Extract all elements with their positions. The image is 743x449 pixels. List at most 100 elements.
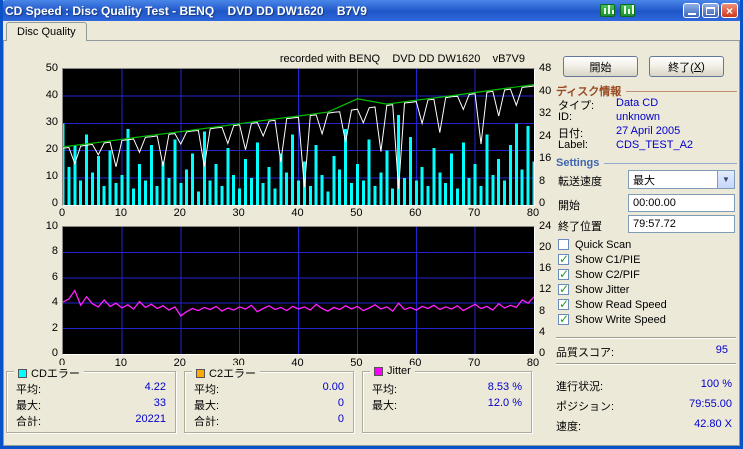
tick-label: 50: [350, 207, 363, 219]
cd-error-swatch: [18, 368, 27, 378]
tick-label: 70: [468, 357, 481, 369]
legend-cd-errors: CDエラー 平均: 4.22 最大: 33 合計: 20221: [6, 365, 176, 433]
tick-label: 10: [45, 170, 58, 182]
speed-label: 転送速度: [558, 176, 602, 188]
divider: [556, 337, 736, 339]
tick-label: 30: [45, 116, 58, 128]
minimize-button[interactable]: [683, 3, 700, 18]
window-title: CD Speed : Disc Quality Test - BENQ DVD …: [5, 3, 367, 18]
graph-export-icon[interactable]: [600, 4, 615, 17]
legend-label: Jitter: [387, 365, 411, 377]
tick-label: 8: [51, 245, 58, 258]
tick-label: 50: [350, 357, 363, 369]
max-label: 最大:: [16, 400, 42, 412]
start-button[interactable]: 開始: [563, 56, 638, 77]
checkbox-box[interactable]: [558, 297, 569, 311]
divider: [556, 363, 736, 365]
tick-label: 4: [539, 325, 546, 338]
tick-label: 8: [539, 304, 546, 317]
max-label: 最大:: [372, 400, 398, 412]
top-chart-x-axis: 0 10 20 30 40 50 60 70 80: [51, 207, 544, 219]
avg-value: 4.22: [144, 381, 166, 393]
tick-label: 6: [51, 270, 58, 283]
tick-label: 30: [232, 207, 245, 219]
avg-value: 8.53 %: [487, 381, 522, 393]
tick-label: 70: [468, 207, 481, 219]
legend-jitter-title: Jitter: [370, 365, 415, 377]
tick-label: 16: [539, 152, 552, 164]
speed-row: 速度: 42.80 X: [556, 418, 732, 433]
jitter-chart-plot: [62, 226, 535, 355]
legend-c2-errors: C2エラー 平均: 0.00 最大: 0 合計: 0: [184, 365, 354, 433]
recorded-with-text: recorded with BENQ DVD DD DW1620 vB7V9: [279, 53, 525, 65]
app-window: CD Speed : Disc Quality Test - BENQ DVD …: [0, 0, 743, 449]
chevron-down-icon[interactable]: ▼: [717, 171, 734, 188]
bottom-chart-left-axis: 10 8 6 4 2 0: [28, 220, 58, 360]
disc-id-row: ID: unknown: [558, 111, 661, 123]
tick-label: 80: [526, 207, 540, 219]
quality-score-label: 品質スコア:: [556, 347, 615, 359]
close-button[interactable]: ×: [721, 3, 738, 18]
checkbox-box[interactable]: [558, 267, 569, 281]
progress-row: 進行状況: 100 %: [556, 378, 732, 393]
tick-label: 20: [173, 357, 186, 369]
speed-select[interactable]: 最大 ▼: [628, 170, 735, 189]
tab-disc-quality[interactable]: Disc Quality: [6, 22, 87, 41]
quality-score-value: 95: [715, 344, 728, 356]
legend-label: C2エラー: [209, 368, 257, 380]
jitter-swatch: [374, 366, 383, 376]
start-pos-label: 開始: [558, 200, 580, 212]
checkbox-box[interactable]: [558, 252, 569, 266]
total-label: 合計:: [194, 416, 220, 428]
avg-label: 平均:: [194, 384, 220, 396]
max-value: 33: [153, 397, 166, 409]
total-label: 合計:: [16, 416, 42, 428]
total-value: 0: [337, 413, 344, 425]
end-pos-input[interactable]: 79:57.72: [628, 215, 735, 233]
save-chart-icon[interactable]: [620, 4, 635, 17]
top-chart-left-axis: 50 40 30 20 10 0: [28, 62, 58, 210]
legend-cd-errors-title: CDエラー: [14, 365, 84, 381]
checkbox-box[interactable]: [558, 239, 569, 250]
avg-label: 平均:: [372, 384, 398, 396]
quality-score-row: 品質スコア: 95: [556, 344, 728, 360]
quality-chart: [63, 69, 534, 205]
maximize-button[interactable]: [702, 3, 719, 18]
tick-label: 12: [539, 283, 552, 296]
tick-label: 80: [526, 357, 540, 369]
checkbox-show-c2-pif[interactable]: Show C2/PIF: [558, 267, 640, 281]
max-value: 12.0 %: [487, 397, 522, 409]
end-pos-label: 終了位置: [558, 221, 602, 233]
checkbox-box[interactable]: [558, 312, 569, 326]
tick-label: 4: [51, 296, 58, 309]
start-button-label: 開始: [589, 61, 612, 74]
checkbox-box[interactable]: [558, 282, 569, 296]
avg-value: 0.00: [322, 381, 344, 393]
bottom-chart-x-axis: 0 10 20 30 40 50 60 70 80: [51, 357, 544, 369]
checkbox-show-write-speed[interactable]: Show Write Speed: [558, 312, 666, 326]
tick-label: 20: [45, 143, 58, 155]
tick-label: 40: [45, 89, 58, 101]
tick-label: 50: [45, 62, 58, 74]
quality-chart-plot: [62, 68, 535, 206]
start-pos-input[interactable]: 00:00.00: [628, 194, 735, 212]
c2-error-swatch: [196, 368, 205, 378]
legend-c2-errors-title: C2エラー: [192, 365, 261, 381]
titlebar[interactable]: CD Speed : Disc Quality Test - BENQ DVD …: [0, 0, 743, 21]
checkbox-show-read-speed[interactable]: Show Read Speed: [558, 297, 667, 311]
checkbox-show-c1-pie[interactable]: Show C1/PIE: [558, 252, 640, 266]
exit-button[interactable]: 終了(X): [649, 56, 724, 77]
tick-label: 20: [173, 207, 186, 219]
tick-label: 32: [539, 107, 552, 119]
checkbox-show-jitter[interactable]: Show Jitter: [558, 282, 629, 296]
tick-label: 24: [539, 220, 552, 232]
total-value: 20221: [135, 413, 166, 425]
max-label: 最大:: [194, 400, 220, 412]
tick-label: 40: [291, 207, 304, 219]
jitter-chart: [63, 227, 534, 354]
settings-header: Settings: [556, 157, 737, 169]
tab-label: Disc Quality: [17, 26, 76, 38]
checkbox-quick-scan[interactable]: Quick Scan: [558, 238, 631, 251]
max-value: 0: [337, 397, 344, 409]
tick-label: 24: [539, 129, 552, 142]
